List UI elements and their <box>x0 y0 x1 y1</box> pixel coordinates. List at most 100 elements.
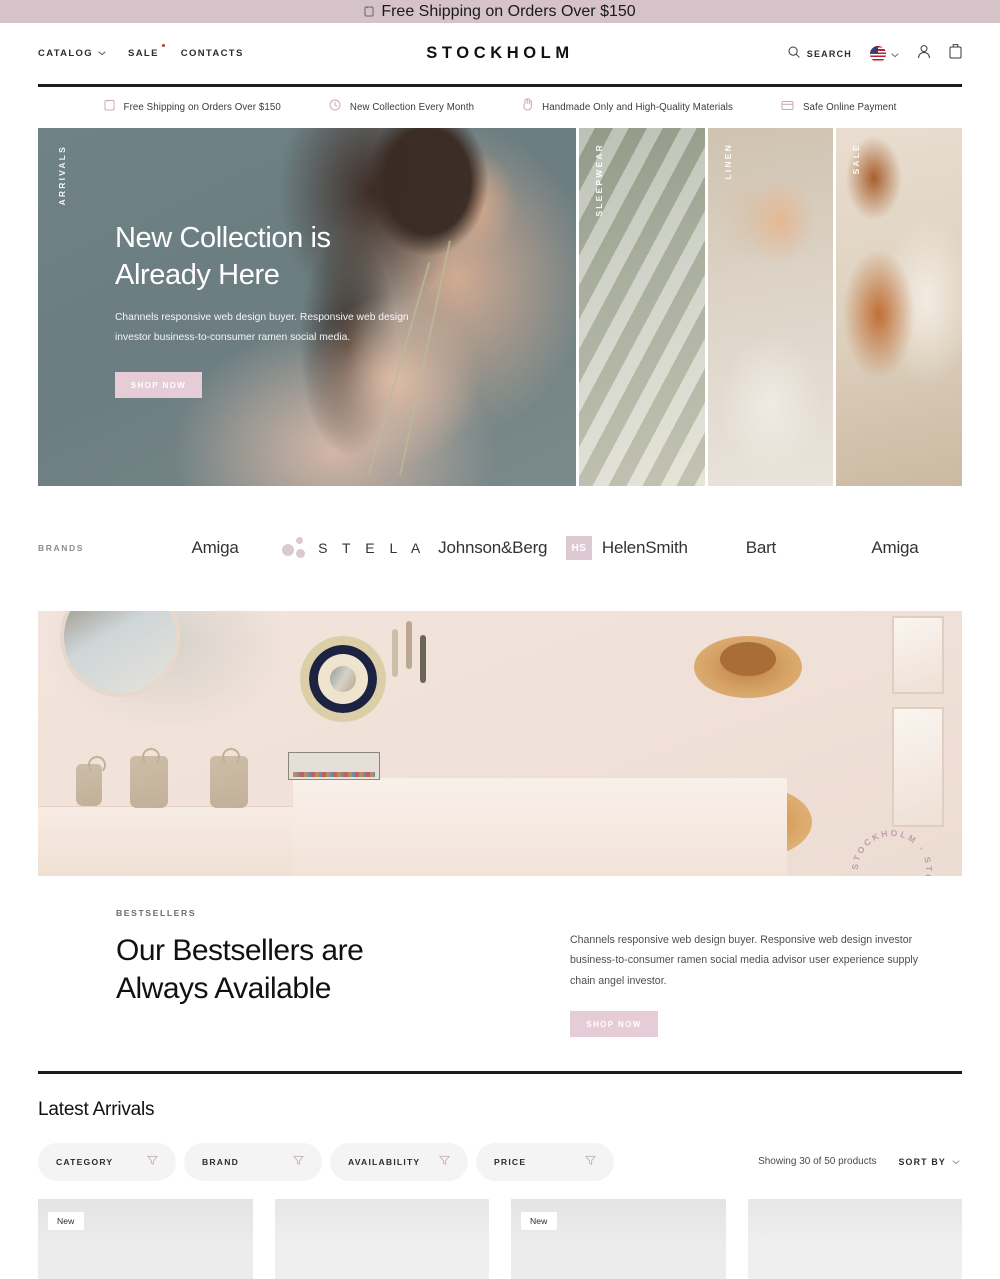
bestsellers-description: Channels responsive web design buyer. Re… <box>570 933 918 987</box>
search-icon <box>788 45 800 63</box>
latest-arrivals-section: Latest Arrivals CATEGORY BRAND AVAILABIL… <box>38 1074 962 1279</box>
nav-item-catalog[interactable]: CATALOG <box>38 48 106 59</box>
stockholm-circular-stamp: STOCKHOLM - STOCKHOLM - <box>844 822 940 875</box>
usp-text-handmade: Handmade Only and High-Quality Materials <box>542 101 733 113</box>
nav-item-contacts[interactable]: CONTACTS <box>181 48 244 59</box>
hero-title: New Collection is Already Here <box>115 220 445 295</box>
hero-tile-sale[interactable]: SALE <box>836 127 962 486</box>
sort-by-label: SORT BY <box>898 1156 946 1167</box>
filter-availability[interactable]: AVAILABILITY <box>330 1142 468 1181</box>
product-card-1[interactable]: New <box>38 1198 253 1279</box>
search-label: SEARCH <box>806 48 852 59</box>
product-card-4[interactable] <box>747 1198 962 1279</box>
clock-icon <box>329 98 341 116</box>
hero-title-line-1: New Collection is <box>115 221 331 254</box>
tag-icon <box>364 6 374 17</box>
brand-helensmith[interactable]: HS HelenSmith <box>560 536 694 560</box>
brand-amiga-2[interactable]: Amiga <box>828 538 962 558</box>
card-icon <box>781 98 794 116</box>
sale-dot-indicator <box>161 44 165 47</box>
bucket-bag-decor-3 <box>210 747 248 808</box>
usp-strip: Free Shipping on Orders Over $150 New Co… <box>0 87 1000 128</box>
bestsellers-shop-now-button[interactable]: SHOP NOW <box>570 1011 658 1038</box>
filter-category[interactable]: CATEGORY <box>38 1142 176 1181</box>
hero-shop-now-button[interactable]: SHOP NOW <box>115 372 202 399</box>
bestsellers-body: BESTSELLERS Our Bestsellers are Always A… <box>38 876 962 1072</box>
hero-tile-sleepwear[interactable]: SLEEPWEAR <box>579 127 705 486</box>
header-actions: SEARCH <box>788 43 962 64</box>
hero-copy: New Collection is Already Here Channels … <box>115 220 445 399</box>
round-mirror-decor <box>60 610 180 697</box>
bestsellers-title-line-1: Our Bestsellers are <box>116 933 364 967</box>
site-logo[interactable]: STOCKHOLM <box>426 44 573 63</box>
product-image-3 <box>511 1198 726 1279</box>
bucket-bag-decor-2 <box>130 747 168 808</box>
usp-text-payment: Safe Online Payment <box>802 101 897 113</box>
product-card-3[interactable]: New <box>511 1198 726 1279</box>
filter-icon <box>439 1153 450 1171</box>
filter-label: CATEGORY <box>56 1156 114 1167</box>
locale-selector[interactable] <box>870 45 899 63</box>
brand-name: Bart <box>745 538 777 557</box>
brand-johnson-berg[interactable]: Johnson&Berg <box>426 538 560 558</box>
brands-strip: BRANDS Amiga S T E L A Johnson&Berg HS H… <box>38 486 962 611</box>
showing-count: Showing 30 of 50 products <box>758 1156 877 1168</box>
stamp-text: STOCKHOLM - STOCKHOLM - <box>850 827 934 875</box>
filter-price[interactable]: PRICE <box>476 1142 614 1181</box>
tassels-decor <box>390 620 436 741</box>
hero-vertical-label-sale: SALE <box>851 142 862 174</box>
helensmith-badge-icon: HS <box>565 536 592 560</box>
product-image-1 <box>38 1198 253 1279</box>
brand-name: Amiga <box>871 538 919 557</box>
cart-bag-icon[interactable] <box>949 43 962 64</box>
hero-main-slide[interactable]: ARRIVALS New Collection is Already Here … <box>38 127 576 486</box>
brand-name: Johnson&Berg <box>438 538 548 557</box>
hero-vertical-label-linen: LINEN <box>722 142 733 180</box>
nav-item-sale[interactable]: SALE <box>128 44 165 59</box>
filters-bar: CATEGORY BRAND AVAILABILITY PRICE Showin… <box>38 1142 962 1181</box>
hero-tile-linen[interactable]: LINEN <box>707 127 834 486</box>
bestsellers-title-line-2: Always Available <box>116 971 331 1005</box>
bestsellers-title: Our Bestsellers are Always Available <box>116 932 506 1008</box>
product-image-4 <box>747 1198 962 1279</box>
nav-label-contacts: CONTACTS <box>180 48 244 59</box>
filter-brand[interactable]: BRAND <box>184 1142 322 1181</box>
hero-subtitle: Channels responsive web design buyer. Re… <box>115 311 409 343</box>
usp-item-payment: Safe Online Payment <box>781 98 896 116</box>
hero-vertical-label-sleepwear: SLEEPWEAR <box>594 142 604 217</box>
brand-bart[interactable]: Bart <box>694 538 828 558</box>
brand-name: Amiga <box>191 538 239 557</box>
results-controls: Showing 30 of 50 products SORT BY <box>758 1156 962 1167</box>
usp-item-collection: New Collection Every Month <box>329 98 474 116</box>
brand-amiga-1[interactable]: Amiga <box>148 538 282 558</box>
product-badge-new: New <box>48 1211 84 1230</box>
chevron-down-icon <box>952 1157 960 1167</box>
counter-decor-2 <box>293 777 787 876</box>
latest-arrivals-title: Latest Arrivals <box>38 1098 155 1120</box>
filter-icon <box>293 1153 304 1171</box>
bestsellers-eyebrow: BESTSELLERS <box>116 907 197 918</box>
tag-icon <box>104 98 115 116</box>
straw-hat-decor-1 <box>694 635 802 698</box>
us-flag-icon <box>870 45 886 62</box>
account-icon[interactable] <box>917 44 931 64</box>
site-header: CATALOG SALE CONTACTS STOCKHOLM SEARCH <box>0 23 1000 84</box>
search-button[interactable]: SEARCH <box>788 45 852 63</box>
filter-label: BRAND <box>202 1156 240 1167</box>
hero-section: ARRIVALS New Collection is Already Here … <box>38 127 962 486</box>
bestsellers-section: STOCKHOLM - STOCKHOLM - BESTSELLERS Our … <box>38 610 962 1072</box>
primary-nav: CATALOG SALE CONTACTS <box>38 44 244 59</box>
usp-item-shipping: Free Shipping on Orders Over $150 <box>104 98 281 116</box>
filter-label: AVAILABILITY <box>348 1156 421 1167</box>
product-card-2[interactable] <box>274 1198 489 1279</box>
nav-label-sale: SALE <box>128 48 159 59</box>
hand-icon <box>522 98 533 116</box>
sort-by-dropdown[interactable]: SORT BY <box>898 1157 960 1167</box>
announcement-text: Free Shipping on Orders Over $150 <box>381 2 636 20</box>
glass-display-case-decor <box>288 751 380 780</box>
filter-icon <box>585 1153 596 1171</box>
hero-title-line-2: Already Here <box>115 259 280 292</box>
bucket-bag-decor-1 <box>76 755 106 806</box>
brand-stela[interactable]: S T E L A <box>282 537 426 559</box>
chevron-down-icon <box>891 45 899 63</box>
